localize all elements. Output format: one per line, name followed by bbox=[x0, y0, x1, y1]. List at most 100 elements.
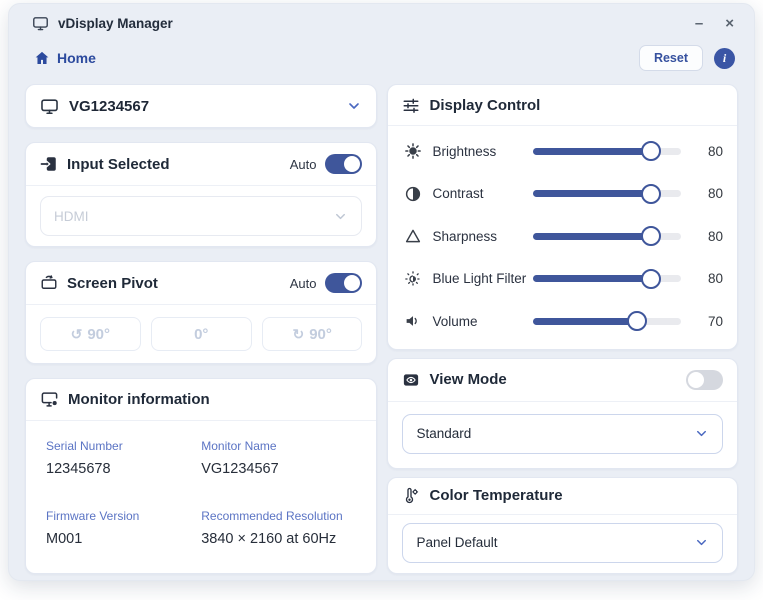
info-field-serial-number: Serial Number 12345678 bbox=[46, 439, 201, 477]
slider-label: Contrast bbox=[432, 186, 533, 201]
input-source-dropdown[interactable]: HDMI bbox=[40, 196, 362, 236]
color-temperature-icon bbox=[402, 487, 420, 505]
input-selected-card: Input Selected Auto HDMI bbox=[25, 142, 377, 247]
slider-handle[interactable] bbox=[627, 311, 647, 331]
chevron-down-icon bbox=[694, 426, 709, 441]
input-auto-toggle[interactable] bbox=[325, 154, 362, 174]
rotate-0-button[interactable]: 0° bbox=[151, 317, 252, 351]
brightness-icon bbox=[402, 142, 423, 160]
reset-button[interactable]: Reset bbox=[639, 45, 703, 71]
home-nav[interactable]: Home bbox=[34, 50, 96, 66]
monitor-icon bbox=[40, 97, 59, 116]
slider-row-contrast: Contrast 80 bbox=[402, 173, 723, 216]
monitor-info-icon bbox=[40, 390, 59, 409]
slider-row-volume: Volume 70 bbox=[402, 300, 723, 343]
slider-handle[interactable] bbox=[641, 226, 661, 246]
sharpness-icon bbox=[402, 227, 423, 245]
blue-light-filter-icon bbox=[402, 270, 423, 288]
info-field-recommended-resolution: Recommended Resolution 3840 × 2160 at 60… bbox=[201, 509, 356, 547]
info-field-value: 3840 × 2160 at 60Hz bbox=[201, 531, 356, 547]
info-field-label: Serial Number bbox=[46, 439, 201, 453]
input-auto-label: Auto bbox=[290, 157, 317, 172]
info-field-label: Monitor Name bbox=[201, 439, 356, 453]
rotate-cw-icon: ↻ bbox=[292, 326, 304, 343]
slider-value: 70 bbox=[697, 314, 723, 329]
color-temperature-title: Color Temperature bbox=[429, 487, 562, 504]
slider-row-brightness: Brightness 80 bbox=[402, 130, 723, 173]
close-icon[interactable]: × bbox=[725, 16, 734, 31]
monitor-information-card: Monitor information Serial Number 123456… bbox=[25, 378, 377, 574]
slider-value: 80 bbox=[697, 144, 723, 159]
title-bar: vDisplay Manager – × bbox=[9, 4, 754, 32]
brightness-slider[interactable] bbox=[533, 148, 681, 155]
pivot-auto-toggle[interactable] bbox=[325, 273, 362, 293]
monitor-selector-value: VG1234567 bbox=[69, 98, 149, 115]
sliders-icon bbox=[402, 96, 420, 114]
slider-row-blue-light-filter: Blue Light Filter 80 bbox=[402, 258, 723, 301]
input-selected-header: Input Selected Auto bbox=[26, 143, 376, 186]
rotate-ccw-icon: ↺ bbox=[71, 326, 83, 343]
monitor-selector-dropdown[interactable]: VG1234567 bbox=[25, 84, 377, 128]
contrast-icon bbox=[402, 185, 423, 203]
toolbar: Home Reset i bbox=[9, 32, 754, 71]
home-label: Home bbox=[57, 50, 96, 66]
info-icon[interactable]: i bbox=[714, 48, 735, 69]
app-window: vDisplay Manager – × Home Reset i bbox=[8, 3, 755, 581]
color-temperature-header: Color Temperature bbox=[388, 478, 737, 515]
rotate-cw-90-button[interactable]: ↻ 90° bbox=[262, 317, 363, 351]
contrast-slider[interactable] bbox=[533, 190, 681, 197]
view-mode-dropdown[interactable]: Standard bbox=[402, 414, 723, 454]
minimize-icon[interactable]: – bbox=[695, 16, 703, 31]
display-control-card: Display Control Brightness bbox=[387, 84, 738, 350]
view-mode-toggle[interactable] bbox=[686, 370, 723, 390]
screen-pivot-header: Screen Pivot Auto bbox=[26, 262, 376, 305]
chevron-down-icon bbox=[694, 535, 709, 550]
screen-pivot-card: Screen Pivot Auto ↺ 90° 0° ↻ 90° bbox=[25, 261, 377, 364]
view-mode-header: View Mode bbox=[388, 359, 737, 402]
monitor-information-title: Monitor information bbox=[68, 391, 210, 408]
monitor-information-header: Monitor information bbox=[26, 379, 376, 421]
slider-label: Sharpness bbox=[432, 229, 533, 244]
slider-value: 80 bbox=[697, 271, 723, 286]
info-field-label: Recommended Resolution bbox=[201, 509, 356, 523]
volume-slider[interactable] bbox=[533, 318, 681, 325]
chevron-down-icon bbox=[333, 209, 348, 224]
rotate-ccw-90-button[interactable]: ↺ 90° bbox=[40, 317, 141, 351]
color-temperature-card: Color Temperature Panel Default bbox=[387, 477, 738, 574]
blue-light-filter-slider[interactable] bbox=[533, 275, 681, 282]
slider-handle[interactable] bbox=[641, 141, 661, 161]
slider-handle[interactable] bbox=[641, 269, 661, 289]
info-field-value: M001 bbox=[46, 531, 201, 547]
info-field-monitor-name: Monitor Name VG1234567 bbox=[201, 439, 356, 477]
input-source-value: HDMI bbox=[54, 209, 89, 224]
app-title: vDisplay Manager bbox=[58, 16, 173, 31]
info-field-firmware-version: Firmware Version M001 bbox=[46, 509, 201, 547]
home-icon bbox=[34, 50, 50, 66]
input-selected-title: Input Selected bbox=[67, 156, 170, 173]
info-field-value: VG1234567 bbox=[201, 461, 356, 477]
display-control-header: Display Control bbox=[388, 85, 737, 126]
color-temperature-dropdown[interactable]: Panel Default bbox=[402, 523, 723, 563]
slider-row-sharpness: Sharpness 80 bbox=[402, 215, 723, 258]
info-field-value: 12345678 bbox=[46, 461, 201, 477]
view-mode-card: View Mode Standard bbox=[387, 358, 738, 469]
color-temperature-value: Panel Default bbox=[416, 535, 497, 550]
slider-value: 80 bbox=[697, 186, 723, 201]
input-source-icon bbox=[40, 155, 58, 173]
slider-label: Blue Light Filter bbox=[432, 271, 533, 286]
slider-label: Volume bbox=[432, 314, 533, 329]
info-field-label: Firmware Version bbox=[46, 509, 201, 523]
chevron-down-icon bbox=[346, 98, 362, 114]
volume-icon bbox=[402, 312, 423, 330]
pivot-auto-label: Auto bbox=[290, 276, 317, 291]
sharpness-slider[interactable] bbox=[533, 233, 681, 240]
screen-pivot-title: Screen Pivot bbox=[67, 275, 158, 292]
slider-value: 80 bbox=[697, 229, 723, 244]
rotate-0-label: 0° bbox=[194, 326, 208, 343]
view-mode-value: Standard bbox=[416, 426, 471, 441]
screen-pivot-icon bbox=[40, 274, 58, 292]
slider-handle[interactable] bbox=[641, 184, 661, 204]
app-monitor-icon bbox=[32, 15, 49, 32]
slider-label: Brightness bbox=[432, 144, 533, 159]
display-control-title: Display Control bbox=[429, 97, 540, 114]
